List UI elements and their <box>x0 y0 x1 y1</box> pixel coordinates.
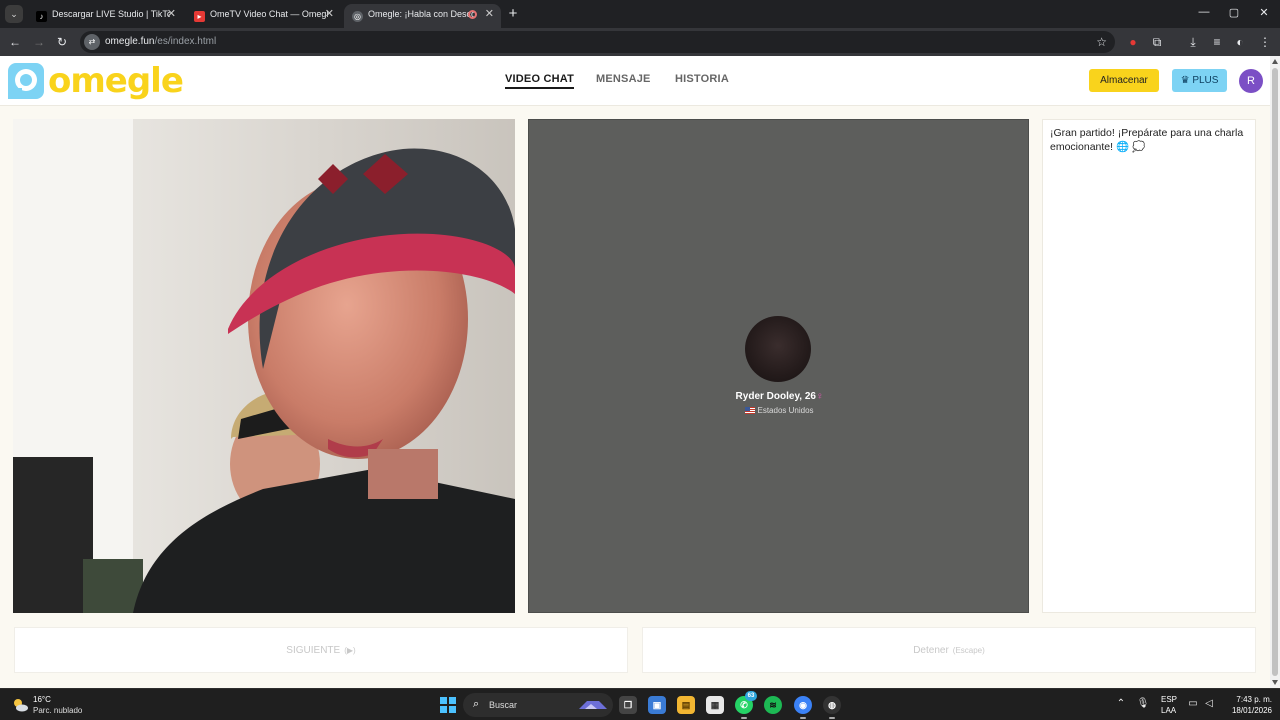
web-page: omegle VIDEO CHAT MENSAJE HISTORIA Almac… <box>0 56 1270 688</box>
us-flag-icon <box>745 407 756 414</box>
windows-taskbar: 16°C Parc. nublado ⌕ Buscar ❐ ▣ ▤ ▦ ✆ 63 … <box>0 688 1280 720</box>
globe-icon: ◎ <box>352 11 363 22</box>
microphone-icon[interactable]: 🎙 <box>1136 698 1150 709</box>
browser-tab-strip: ⌄ ♪ Descargar LIVE Studio | TikTok ✕ ▸ Ome… <box>0 0 1280 28</box>
keyboard-layout[interactable]: LAA <box>1161 706 1176 715</box>
omegle-logo-icon[interactable] <box>7 62 45 100</box>
female-symbol-icon: ♀ <box>815 391 824 402</box>
scroll-up-icon[interactable] <box>1272 59 1278 64</box>
page-scrollbar[interactable] <box>1270 56 1280 688</box>
show-hidden-icons-icon[interactable]: ⌃ <box>1114 698 1128 709</box>
volume-icon[interactable]: ◁ <box>1202 698 1216 709</box>
store-button[interactable]: Almacenar <box>1089 69 1159 92</box>
media-queue-icon[interactable]: ≡ <box>1208 33 1226 51</box>
address-bar[interactable]: ⇄ omegle.fun/es/index.html ☆ <box>80 31 1115 53</box>
chrome-icon[interactable]: ◉ <box>794 696 812 719</box>
browser-toolbar: ← → ↻ ⇄ omegle.fun/es/index.html ☆ ● ⧉ ⤓… <box>0 28 1280 56</box>
profile-icon[interactable]: ◐ <box>1231 33 1249 51</box>
network-icon[interactable]: ▭ <box>1186 698 1200 709</box>
new-tab-button[interactable]: + <box>505 4 521 24</box>
whatsapp-badge: 63 <box>745 691 757 701</box>
back-arrow-icon[interactable]: ← <box>6 33 24 51</box>
stranger-country: Estados Unidos <box>529 406 1030 415</box>
close-tab-icon[interactable]: ✕ <box>167 4 176 24</box>
search-highlight-icon <box>579 701 607 709</box>
microsoft-store-icon[interactable]: ▦ <box>706 696 724 714</box>
ometv-icon: ▸ <box>194 11 205 22</box>
spotify-icon[interactable]: ≋ <box>764 696 782 714</box>
crown-icon: ♛ <box>1180 75 1193 86</box>
remote-desktop-icon[interactable]: ▣ <box>648 696 666 714</box>
local-video-feed <box>13 119 515 613</box>
webcam-image <box>13 119 515 613</box>
maximize-icon[interactable]: ▢ <box>1224 6 1244 19</box>
windows-start-icon[interactable] <box>440 697 456 713</box>
stop-button[interactable]: Detener (Escape) <box>642 627 1256 673</box>
obs-icon[interactable]: ◍ <box>823 696 841 719</box>
task-view-icon[interactable]: ❐ <box>619 696 637 714</box>
site-info-icon[interactable]: ⇄ <box>84 34 100 50</box>
extension-red-icon[interactable]: ● <box>1124 33 1142 51</box>
whatsapp-icon[interactable]: ✆ 63 <box>735 691 757 719</box>
clock-time[interactable]: 7:43 p. m. <box>1224 695 1272 704</box>
close-window-icon[interactable]: ✕ <box>1254 6 1274 19</box>
partly-cloudy-icon[interactable] <box>11 696 29 714</box>
site-header: omegle VIDEO CHAT MENSAJE HISTORIA Almac… <box>0 56 1270 106</box>
remote-video-panel: Ryder Dooley, 26♀ Estados Unidos <box>528 119 1029 613</box>
nav-mensaje[interactable]: MENSAJE <box>596 73 651 85</box>
chat-panel: ¡Gran partido! ¡Prepárate para una charl… <box>1042 119 1256 613</box>
chat-message: ¡Gran partido! ¡Prepárate para una charl… <box>1050 127 1244 153</box>
weather-description[interactable]: Parc. nublado <box>33 706 82 715</box>
nav-historia[interactable]: HISTORIA <box>675 73 729 85</box>
scroll-down-icon[interactable] <box>1272 680 1278 685</box>
search-icon: ⌕ <box>473 698 480 710</box>
tab-omegle[interactable]: ◎Omegle: ¡Habla con Desconocidos! ✕ <box>344 4 501 28</box>
logo-wordmark[interactable]: omegle <box>48 56 184 106</box>
recording-icon <box>468 10 477 19</box>
file-explorer-icon[interactable]: ▤ <box>677 696 695 714</box>
forward-arrow-icon[interactable]: → <box>30 33 48 51</box>
reload-icon[interactable]: ↻ <box>53 33 71 51</box>
weather-temperature[interactable]: 16°C <box>33 695 51 704</box>
clock-date[interactable]: 18/01/2026 <box>1224 706 1272 715</box>
tiktok-icon: ♪ <box>36 11 47 22</box>
close-tab-icon[interactable]: ✕ <box>325 4 334 24</box>
close-tab-icon[interactable]: ✕ <box>485 4 494 24</box>
extensions-puzzle-icon[interactable]: ⧉ <box>1148 33 1166 51</box>
plus-button[interactable]: ♛ PLUS <box>1172 69 1227 92</box>
download-icon[interactable]: ⤓ <box>1184 33 1202 51</box>
user-avatar[interactable]: R <box>1239 69 1263 93</box>
next-button[interactable]: SIGUIENTE (▶) <box>14 627 628 673</box>
language-indicator[interactable]: ESP <box>1161 695 1177 704</box>
stranger-avatar <box>745 316 811 382</box>
minimize-icon[interactable]: — <box>1194 6 1214 18</box>
nav-video-chat[interactable]: VIDEO CHAT <box>505 73 575 89</box>
stranger-name: Ryder Dooley, 26♀ <box>735 391 824 402</box>
tab-ometv[interactable]: ▸ OmeTV Video Chat — Omegle ✕ <box>186 4 341 28</box>
tab-search-button[interactable]: ⌄ <box>5 5 23 23</box>
scroll-thumb[interactable] <box>1272 68 1278 676</box>
more-menu-icon[interactable]: ⋮ <box>1256 33 1274 51</box>
tab-tiktok[interactable]: ♪ Descargar LIVE Studio | TikTok ✕ <box>28 4 183 28</box>
bookmark-star-icon[interactable]: ☆ <box>1096 31 1107 53</box>
taskbar-search[interactable]: ⌕ Buscar <box>463 693 613 717</box>
url-text[interactable]: omegle.fun/es/index.html <box>105 31 216 53</box>
